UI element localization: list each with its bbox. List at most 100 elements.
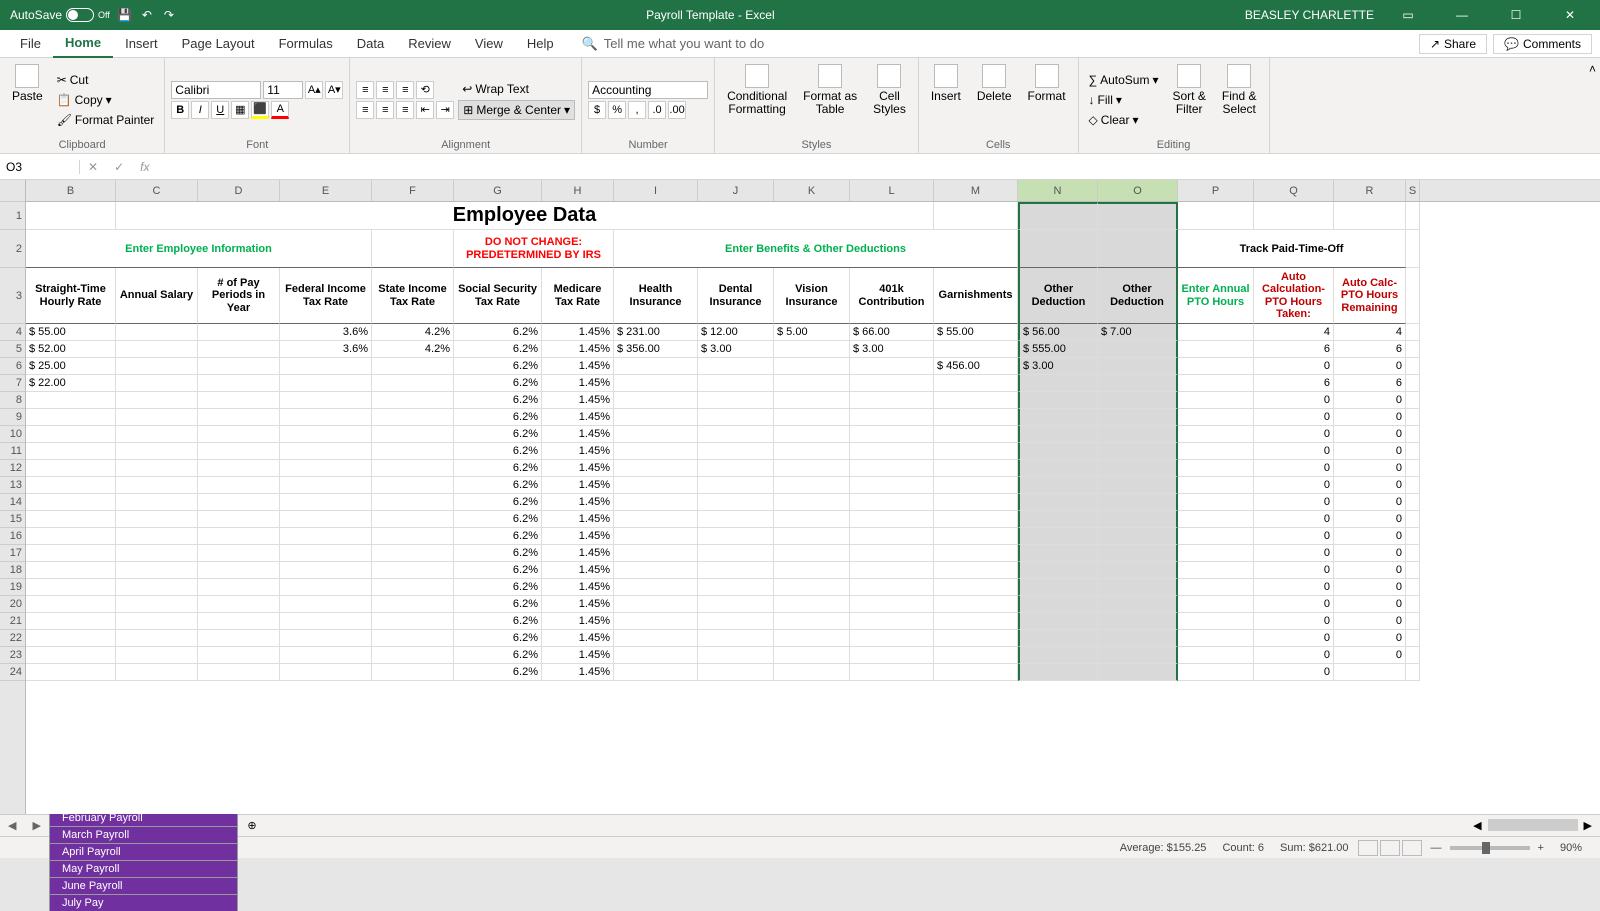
row-header[interactable]: 21 [0,613,25,630]
cell[interactable]: 1.45% [542,545,614,562]
cell[interactable] [116,494,198,511]
cell[interactable]: 0 [1334,494,1406,511]
cell[interactable] [372,375,454,392]
cell[interactable] [372,460,454,477]
cell[interactable] [372,596,454,613]
cell[interactable]: $ 7.00 [1098,324,1178,341]
new-sheet-button[interactable]: ⊕ [239,819,264,832]
cell[interactable] [26,579,116,596]
cell[interactable] [198,494,280,511]
cell[interactable] [116,511,198,528]
cell[interactable] [850,528,934,545]
cell[interactable] [614,630,698,647]
cell[interactable] [698,443,774,460]
cell[interactable] [1018,613,1098,630]
cell[interactable] [116,545,198,562]
cell[interactable] [850,358,934,375]
cell[interactable] [116,477,198,494]
cell[interactable] [116,562,198,579]
cell[interactable] [1406,664,1420,681]
cell[interactable] [1406,613,1420,630]
tab-data[interactable]: Data [345,30,396,58]
row-header[interactable]: 12 [0,460,25,477]
cell[interactable]: 0 [1254,460,1334,477]
cell[interactable] [774,392,850,409]
cell[interactable]: 6.2% [454,443,542,460]
cell[interactable] [850,426,934,443]
cell[interactable] [1178,494,1254,511]
align-right-icon[interactable]: ≡ [396,101,414,119]
cell[interactable] [280,426,372,443]
cell[interactable] [198,647,280,664]
row-header[interactable]: 24 [0,664,25,681]
cell[interactable] [198,443,280,460]
row-header[interactable]: 10 [0,426,25,443]
cell[interactable]: 0 [1254,545,1334,562]
col-header-S[interactable]: S [1406,180,1420,201]
cell[interactable] [1018,477,1098,494]
cell[interactable]: 0 [1334,579,1406,596]
delete-cells-button[interactable]: Delete [971,62,1018,137]
cell[interactable]: 0 [1254,426,1334,443]
cell[interactable] [198,528,280,545]
cell[interactable]: $ 25.00 [26,358,116,375]
cell[interactable]: 0 [1334,647,1406,664]
row-header[interactable]: 16 [0,528,25,545]
cell[interactable] [372,392,454,409]
cell[interactable] [1098,528,1178,545]
cell[interactable] [614,545,698,562]
cell[interactable] [934,562,1018,579]
cell[interactable] [1098,426,1178,443]
cell[interactable]: 0 [1254,477,1334,494]
cell[interactable] [934,426,1018,443]
cell[interactable] [850,630,934,647]
cell[interactable] [614,375,698,392]
autosave-toggle[interactable]: AutoSave Off [10,8,110,22]
row-header[interactable]: 8 [0,392,25,409]
collapse-ribbon-icon[interactable]: ˄ [1589,62,1596,76]
cell[interactable] [26,664,116,681]
cell[interactable] [116,596,198,613]
increase-indent-icon[interactable]: ⇥ [436,101,454,119]
cell[interactable] [198,664,280,681]
cell[interactable]: 0 [1254,562,1334,579]
cell[interactable] [614,409,698,426]
row-header[interactable]: 7 [0,375,25,392]
cell[interactable] [280,630,372,647]
cell[interactable]: 6 [1334,375,1406,392]
wrap-text-button[interactable]: ↩Wrap Text [458,80,575,98]
row-header[interactable]: 6 [0,358,25,375]
sheet-tab[interactable]: June Payroll [49,877,238,894]
cell[interactable] [1018,545,1098,562]
cell[interactable]: 0 [1334,426,1406,443]
cell[interactable] [280,358,372,375]
cell[interactable]: 0 [1334,409,1406,426]
cell[interactable] [1018,392,1098,409]
cell[interactable] [1178,341,1254,358]
decrease-font-icon[interactable]: A▾ [325,81,343,99]
cell[interactable]: 0 [1334,511,1406,528]
cell[interactable]: 1.45% [542,324,614,341]
cell[interactable] [850,545,934,562]
cell[interactable] [1098,562,1178,579]
number-format-select[interactable] [588,81,708,99]
cell[interactable] [934,613,1018,630]
cell[interactable] [850,511,934,528]
cell[interactable] [372,443,454,460]
col-header-C[interactable]: C [116,180,198,201]
cell[interactable] [1178,545,1254,562]
tab-help[interactable]: Help [515,30,566,58]
cell[interactable] [372,511,454,528]
cell[interactable] [1098,460,1178,477]
cell[interactable] [774,443,850,460]
cell[interactable] [1098,545,1178,562]
cell[interactable] [698,375,774,392]
cell[interactable] [850,477,934,494]
zoom-in-icon[interactable]: + [1538,842,1544,854]
font-color-button[interactable]: A [271,101,289,119]
col-header-M[interactable]: M [934,180,1018,201]
formula-input[interactable] [157,159,1600,174]
ribbon-options-icon[interactable]: ▭ [1388,0,1428,30]
cell[interactable] [116,426,198,443]
cell[interactable] [934,630,1018,647]
